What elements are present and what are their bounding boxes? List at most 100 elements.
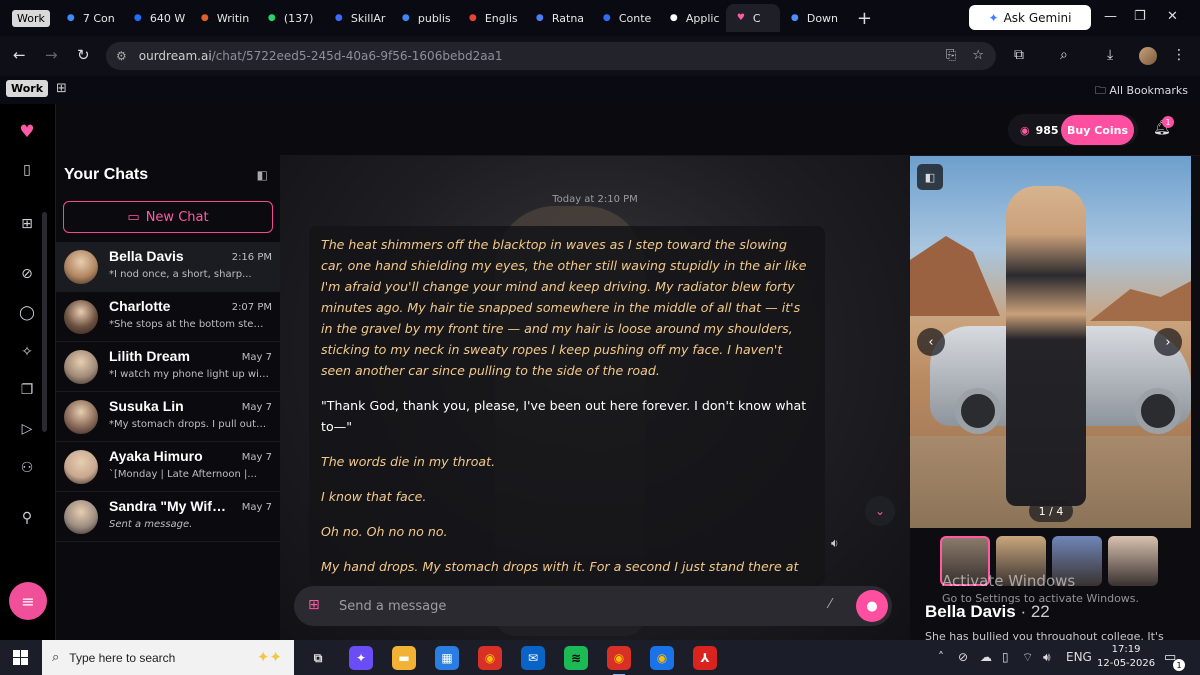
volume-icon[interactable]: 🔊︎ (1043, 650, 1051, 665)
browser-tab[interactable]: ● Writin (190, 4, 257, 32)
chat-list-item[interactable]: Susuka Lin May 7 *My stomach drops. I pull… (56, 392, 280, 442)
minimize-icon[interactable]: — (1104, 9, 1117, 24)
copilot-icon[interactable]: ✦ (349, 646, 373, 670)
tray-icon[interactable]: ⊘ (958, 650, 968, 664)
explore-icon[interactable]: ⊘ (16, 263, 38, 285)
buy-coins-button[interactable]: Buy Coins (1061, 115, 1134, 145)
chrome-profile-icon[interactable]: ◉ (607, 646, 631, 675)
apps-grid-icon[interactable]: ⊞ (56, 81, 67, 96)
chat-list-item[interactable]: Ayaka Himuro May 7 `[Monday | Late Afterno… (56, 442, 280, 492)
sun-icon: ● (200, 13, 209, 23)
mic-button[interactable]: ● (856, 590, 888, 622)
work-profile-chip[interactable]: Work (12, 9, 50, 27)
whatsapp-icon: ● (267, 13, 276, 23)
image-add-icon[interactable]: ⊞ (308, 597, 320, 613)
ask-gemini-button[interactable]: ✦ Ask Gemini (969, 5, 1091, 30)
coin-icon: ◉ (1020, 123, 1030, 137)
character-photo[interactable]: ◧ ‹ › 1 / 4 (910, 156, 1191, 528)
collapse-panel-icon[interactable]: ◧ (257, 168, 268, 182)
menu-icon[interactable]: ⋮ (1172, 47, 1186, 63)
network-icon[interactable]: ⌔ (1022, 650, 1033, 665)
spotify-icon[interactable]: ≋ (564, 646, 588, 670)
tray-chevron-icon[interactable]: ˄ (938, 650, 944, 664)
language-indicator[interactable]: ENG (1066, 650, 1092, 664)
chat-list-item[interactable]: Charlotte 2:07 PM *She stops at the bottom… (56, 292, 280, 342)
cloud-icon[interactable]: ☁ (980, 650, 992, 664)
chrome-icon[interactable]: ◉ (478, 646, 502, 670)
prev-photo-icon[interactable]: ‹ (917, 328, 945, 356)
browser-tab[interactable]: ♥ C (725, 4, 780, 32)
speaker-icon[interactable]: 🔉︎ (831, 536, 839, 551)
back-icon[interactable]: ← (13, 46, 26, 64)
profile-avatar[interactable] (1139, 47, 1157, 65)
browser-tab[interactable]: ● Ratna (525, 4, 592, 32)
bookmark-star-icon[interactable]: ☆ (972, 48, 984, 63)
coins-fab[interactable]: ≡ (9, 582, 47, 620)
new-chat-button[interactable]: ▭ New Chat (63, 201, 273, 233)
sidebar-toggle-icon[interactable]: ▯ (16, 159, 38, 181)
new-tab-button[interactable]: + (857, 8, 872, 29)
acrobat-icon[interactable]: ⅄ (693, 646, 717, 670)
url-bar[interactable]: ⚙ ourdream.ai/chat/5722eed5-245d-40a6-9f… (106, 42, 996, 70)
content-icon: ● (602, 13, 611, 23)
browser-tab[interactable]: ● Englis (458, 4, 525, 32)
character-bio: She has bullied you throughout college. … (925, 630, 1164, 640)
browser-tab[interactable]: ● Down (780, 4, 847, 32)
scroll-down-button[interactable]: ⌄ (865, 496, 895, 526)
next-photo-icon[interactable]: › (1154, 328, 1182, 356)
gallery-icon[interactable]: ❐ (16, 379, 38, 401)
reload-icon[interactable]: ↻ (77, 46, 90, 64)
forward-icon[interactable]: → (45, 46, 58, 64)
browser-tab[interactable]: ● Conte (592, 4, 659, 32)
task-view-icon[interactable]: ⧉ (306, 646, 330, 670)
browser-tab[interactable]: ●Applic✕ (659, 4, 726, 32)
character-name-text: Bella Davis (925, 602, 1016, 621)
restore-icon[interactable]: ❐ (1134, 9, 1146, 24)
generate-icon[interactable]: ✧ (16, 341, 38, 363)
account-icon[interactable]: ⚲ (16, 507, 38, 529)
chrome-profile2-icon[interactable]: ◉ (650, 646, 674, 670)
tab-label: (137) (283, 11, 314, 25)
address-bar-row: ← → ↻ ⚙ ourdream.ai/chat/5722eed5-245d-4… (0, 36, 1200, 76)
all-bookmarks-button[interactable]: 🗀 All Bookmarks (1095, 82, 1188, 101)
community-icon[interactable]: ⚇ (16, 457, 38, 479)
browser-tab[interactable]: ● (137) (257, 4, 324, 32)
close-window-icon[interactable]: ✕ (1167, 9, 1178, 24)
browser-tab[interactable]: ● publis (391, 4, 458, 32)
clock[interactable]: 17:19 12-05-2026 (1097, 643, 1155, 671)
taskbar-search[interactable]: ⌕ Type here to search ✦✦ (42, 640, 294, 675)
install-app-icon[interactable]: ⎘ (946, 48, 956, 63)
download-icon: ● (790, 13, 799, 23)
create-icon[interactable]: ⊞ (16, 213, 38, 235)
bookmark-work-chip[interactable]: Work (6, 80, 49, 97)
coin-count: 985 (1035, 123, 1059, 137)
file-explorer-icon[interactable]: ▬ (392, 646, 416, 670)
chat-icon[interactable]: ◯ (16, 302, 38, 324)
chat-preview: *My stomach drops. I pull out m... (109, 419, 269, 430)
video-icon[interactable]: ▷ (16, 418, 38, 440)
chat-list-item[interactable]: Sandra "My Wife, ... May 7 Sent a message. (56, 492, 280, 542)
expand-photo-icon[interactable]: ◧ (917, 164, 943, 190)
browser-tab[interactable]: ● SkillAr (324, 4, 391, 32)
avatar (64, 250, 98, 284)
chat-list-item[interactable]: Bella Davis 2:16 PM *I nod once, a short, … (56, 242, 280, 292)
outlook-icon[interactable]: ✉ (521, 646, 545, 670)
extensions-icon[interactable]: ⧉ (1014, 47, 1024, 63)
downloads-icon[interactable]: ⤓ (1107, 47, 1113, 63)
browser-tab[interactable]: ● 7 Con (56, 4, 123, 32)
store-icon[interactable]: ▦ (435, 646, 459, 670)
chat-time: May 7 (241, 352, 272, 363)
icon-rail: ♥ ▯ ⊞ ⊘ ◯ ✧ ❐ ▷ ⚇ ⚲ ≡ (0, 104, 56, 640)
rail-scrollbar[interactable] (42, 212, 47, 432)
message-input[interactable] (339, 594, 809, 618)
chat-preview: *I watch my phone light up with... (109, 369, 269, 380)
tab-search-icon[interactable]: ⌕ (1060, 47, 1068, 63)
windows-start-icon[interactable] (13, 650, 28, 665)
site-info-icon[interactable]: ⚙ (116, 49, 127, 63)
device-icon[interactable]: ▯ (1002, 650, 1009, 664)
browser-tab[interactable]: ● 640 W (123, 4, 190, 32)
magic-wand-icon[interactable]: ⁄ (829, 597, 831, 612)
logo-heart-icon[interactable]: ♥ (16, 121, 38, 143)
chat-list-item[interactable]: Lilith Dream May 7 *I watch my phone light… (56, 342, 280, 392)
tab-label: Ratna (551, 11, 585, 25)
